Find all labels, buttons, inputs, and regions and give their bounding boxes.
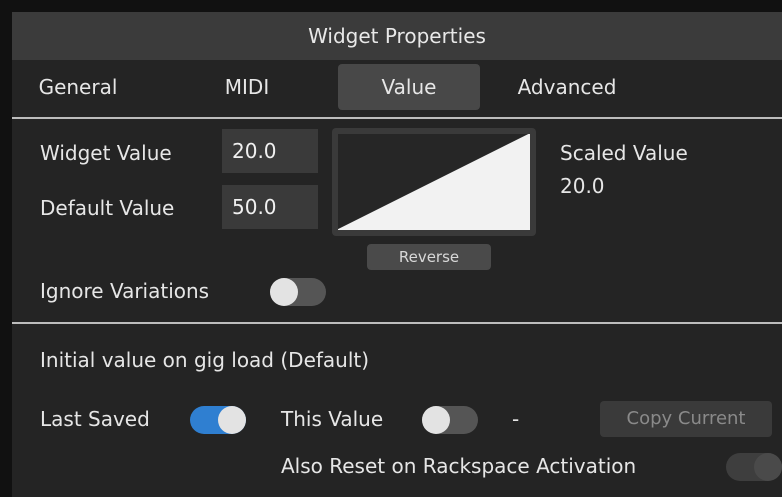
widget-value-field[interactable]: 20.0: [222, 129, 318, 173]
ignore-variations-toggle[interactable]: [270, 278, 326, 306]
also-reset-toggle[interactable]: [726, 453, 782, 481]
reverse-button[interactable]: Reverse: [367, 244, 491, 270]
also-reset-label: Also Reset on Rackspace Activation: [281, 454, 637, 478]
widget-value-label: Widget Value: [40, 141, 172, 165]
scaled-value-label: Scaled Value: [560, 141, 688, 165]
tab-general[interactable]: General: [26, 64, 130, 110]
widget-properties-panel: Widget Properties General MIDI Value Adv…: [12, 12, 782, 497]
this-value-display: -: [512, 407, 520, 431]
tab-midi[interactable]: MIDI: [204, 64, 290, 110]
window-frame-top: [0, 0, 782, 12]
this-value-toggle[interactable]: [422, 406, 478, 434]
tab-advanced[interactable]: Advanced: [502, 64, 632, 110]
curve-graph: [338, 134, 530, 230]
gig-load-heading: Initial value on gig load (Default): [40, 348, 370, 372]
copy-current-button[interactable]: Copy Current: [600, 401, 772, 437]
value-curve-display[interactable]: [332, 128, 536, 236]
last-saved-toggle[interactable]: [190, 406, 246, 434]
divider-top: [12, 117, 782, 119]
toggle-knob: [218, 406, 246, 434]
this-value-label: This Value: [281, 407, 384, 431]
default-value-label: Default Value: [40, 196, 175, 220]
ignore-variations-label: Ignore Variations: [40, 279, 210, 303]
default-value-field[interactable]: 50.0: [222, 185, 318, 229]
toggle-knob: [270, 278, 298, 306]
tab-value[interactable]: Value: [338, 64, 480, 110]
panel-title: Widget Properties: [12, 12, 782, 60]
divider-middle: [12, 322, 782, 324]
toggle-knob: [754, 453, 782, 481]
toggle-knob: [422, 406, 450, 434]
scaled-value: 20.0: [560, 174, 605, 198]
last-saved-label: Last Saved: [40, 407, 150, 431]
window-frame-left: [0, 0, 12, 497]
tab-bar: General MIDI Value Advanced: [12, 64, 782, 112]
